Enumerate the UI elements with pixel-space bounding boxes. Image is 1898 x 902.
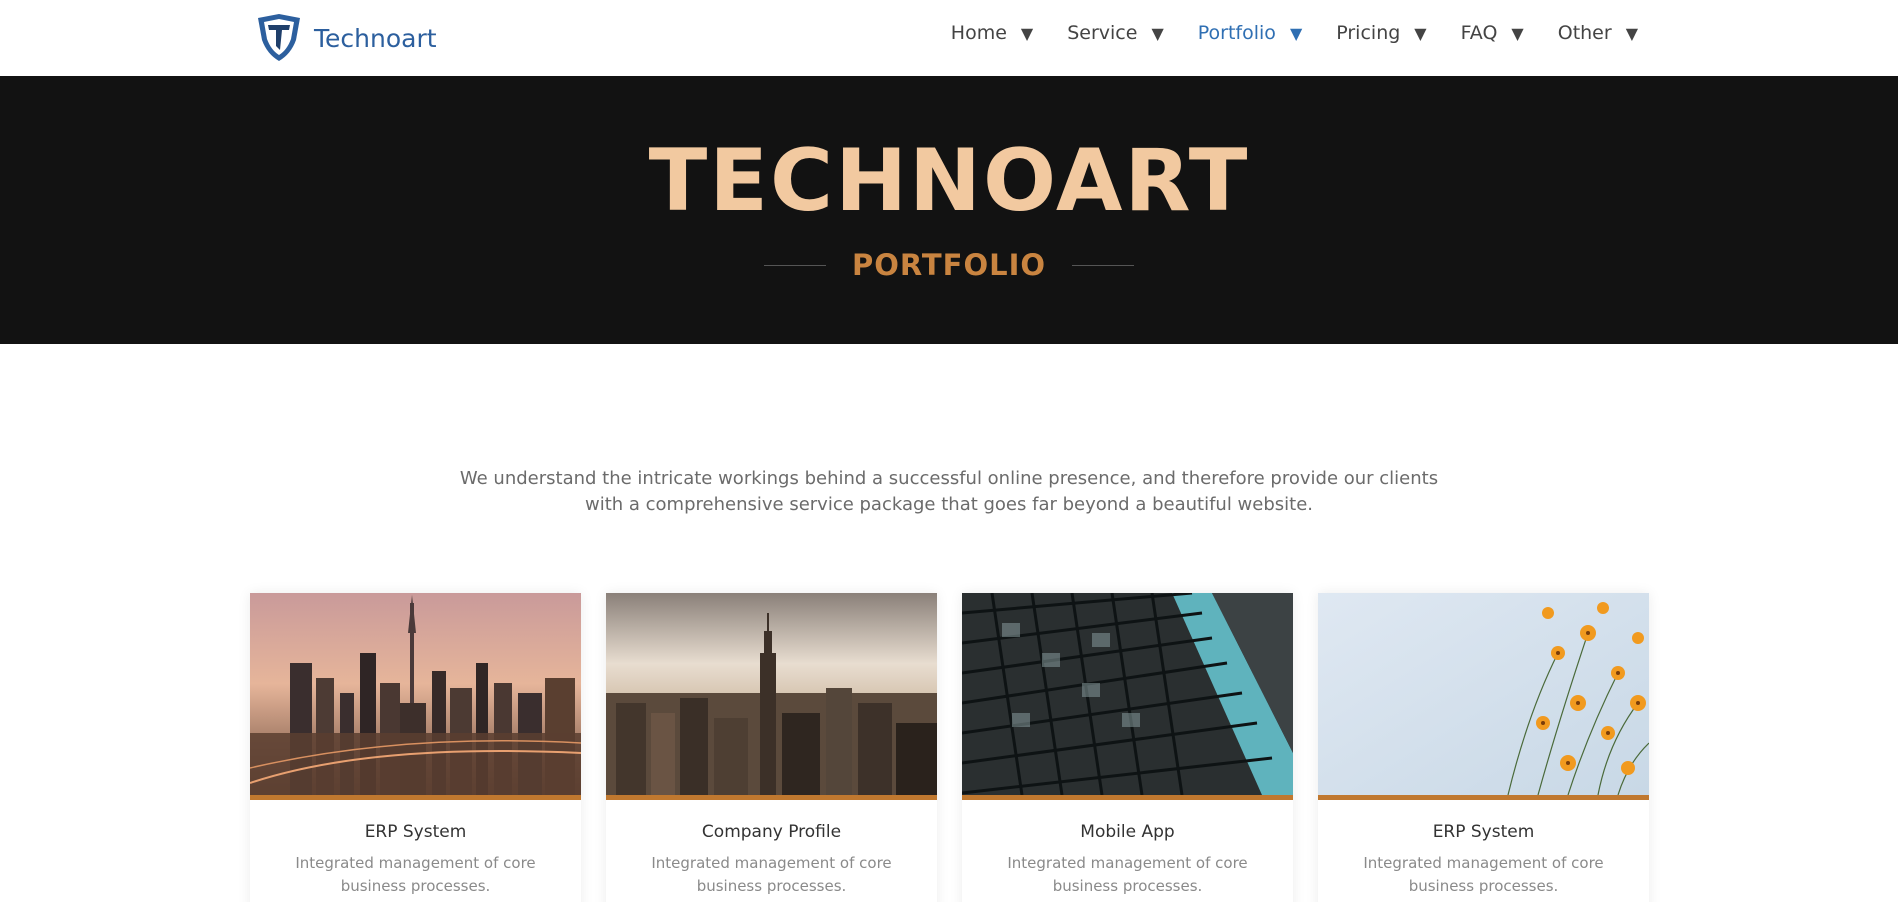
shield-logo-icon (258, 14, 300, 61)
dropdown-arrow-icon: ▼ (1511, 23, 1524, 43)
dropdown-arrow-icon: ▼ (1625, 23, 1638, 43)
menu-item-label: Service (1067, 22, 1138, 44)
main-menu: Home ▼ Service ▼ Portfolio ▼ Pricing ▼ F… (951, 22, 1638, 44)
card-image (1318, 593, 1649, 800)
navbar: Technoart Home ▼ Service ▼ Portfolio ▼ P… (0, 0, 1898, 76)
portfolio-card[interactable]: ERP System Integrated management of core… (1318, 593, 1649, 902)
building-facade-image (962, 593, 1293, 795)
brand-name: Technoart (314, 23, 437, 53)
card-image (606, 593, 937, 800)
city-skyline-image (250, 593, 581, 795)
menu-item-label: Other (1557, 22, 1612, 44)
menu-item-pricing[interactable]: Pricing ▼ (1336, 22, 1426, 44)
card-description: Integrated management of core business p… (295, 854, 536, 895)
menu-item-label: Pricing (1336, 22, 1401, 44)
divider-line-left (763, 264, 826, 266)
menu-item-label: Portfolio (1197, 22, 1276, 44)
menu-item-label: Home (950, 22, 1007, 44)
dropdown-arrow-icon: ▼ (1151, 23, 1164, 43)
card-image (962, 593, 1293, 800)
card-title: ERP System (364, 822, 467, 842)
dropdown-arrow-icon: ▼ (1414, 23, 1427, 43)
card-title: ERP System (1432, 822, 1535, 842)
hero-subtitle-row: PORTFOLIO (0, 248, 1898, 282)
hero-banner: TECHNOART PORTFOLIO (0, 76, 1898, 344)
card-description: Integrated management of core business p… (1007, 854, 1248, 895)
hero-title: TECHNOART (648, 131, 1250, 231)
card-description: Integrated management of core business p… (1363, 854, 1604, 895)
city-skyline-image (606, 593, 937, 795)
card-image (250, 593, 581, 800)
menu-item-label: FAQ (1460, 22, 1498, 44)
intro-text: We understand the intricate workings beh… (459, 468, 1439, 515)
menu-item-home[interactable]: Home ▼ (951, 22, 1033, 44)
menu-item-portfolio[interactable]: Portfolio ▼ (1198, 22, 1302, 44)
flowers-image (1318, 593, 1649, 795)
card-title: Mobile App (1080, 822, 1175, 842)
menu-item-service[interactable]: Service ▼ (1067, 22, 1164, 44)
card-description: Integrated management of core business p… (651, 854, 892, 895)
card-title: Company Profile (701, 822, 842, 842)
menu-item-faq[interactable]: FAQ ▼ (1461, 22, 1524, 44)
portfolio-card[interactable]: Mobile App Integrated management of core… (962, 593, 1293, 902)
divider-line-right (1072, 264, 1135, 266)
portfolio-card[interactable]: Company Profile Integrated management of… (606, 593, 937, 902)
hero-subtitle: PORTFOLIO (851, 248, 1047, 282)
menu-item-other[interactable]: Other ▼ (1558, 22, 1638, 44)
dropdown-arrow-icon: ▼ (1289, 23, 1303, 43)
portfolio-card[interactable]: ERP System Integrated management of core… (250, 593, 581, 902)
brand-link[interactable]: Technoart (256, 14, 437, 62)
dropdown-arrow-icon: ▼ (1020, 23, 1034, 43)
